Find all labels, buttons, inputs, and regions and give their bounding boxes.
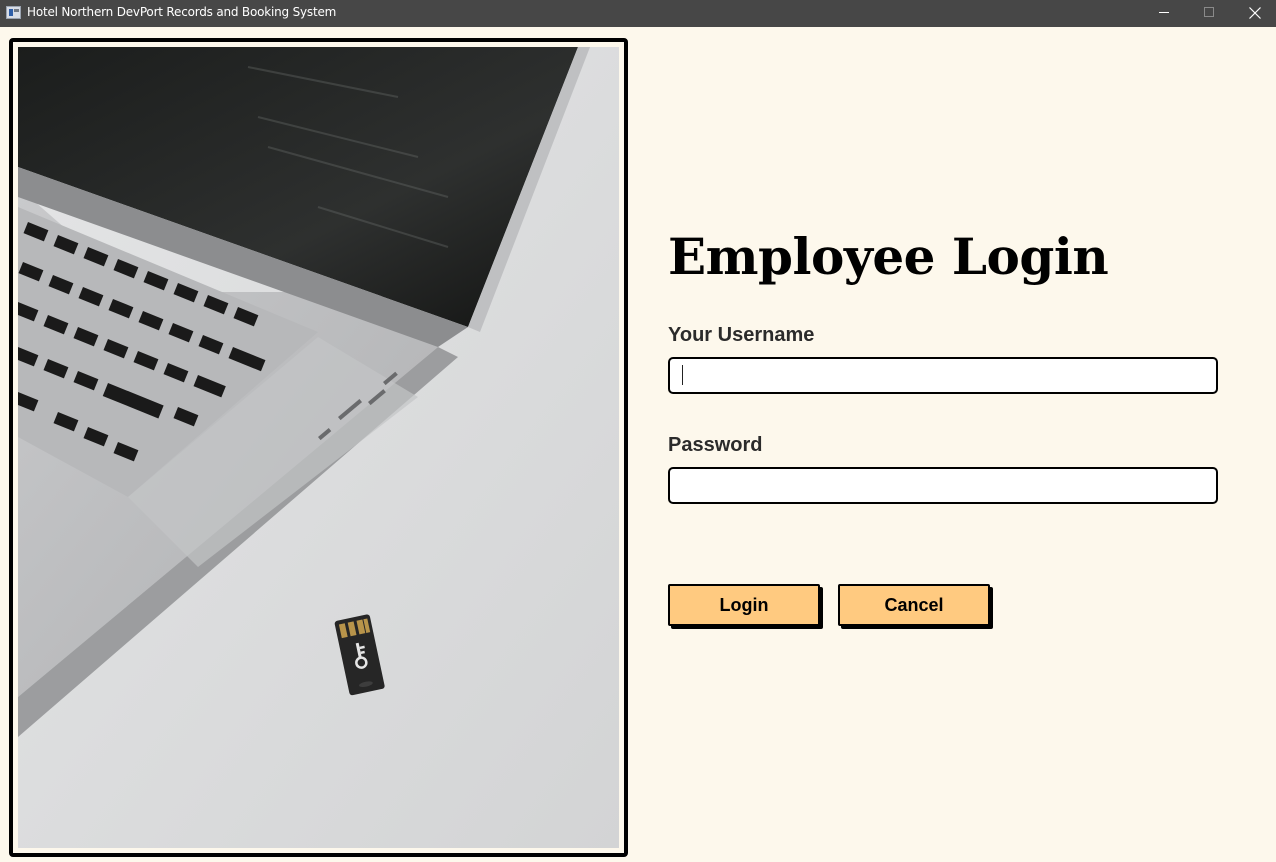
text-caret [682,365,683,385]
window-title: Hotel Northern DevPort Records and Booki… [27,5,337,19]
close-button[interactable] [1232,0,1276,27]
minimize-icon [1159,12,1169,13]
username-label: Your Username [668,324,815,346]
app-icon [6,6,21,19]
cancel-button[interactable]: Cancel [838,584,990,626]
maximize-button[interactable] [1186,0,1232,27]
login-heading: Employee Login [668,227,1109,286]
photo-frame [9,38,628,857]
login-button[interactable]: Login [668,584,820,626]
username-input[interactable] [668,357,1218,394]
laptop-illustration [18,47,619,848]
title-bar: Hotel Northern DevPort Records and Booki… [0,0,1276,27]
minimize-button[interactable] [1141,0,1187,27]
close-icon [1249,7,1261,19]
laptop-usb-photo [18,47,619,848]
password-input[interactable] [668,467,1218,504]
maximize-icon [1204,7,1214,17]
password-label: Password [668,434,763,456]
